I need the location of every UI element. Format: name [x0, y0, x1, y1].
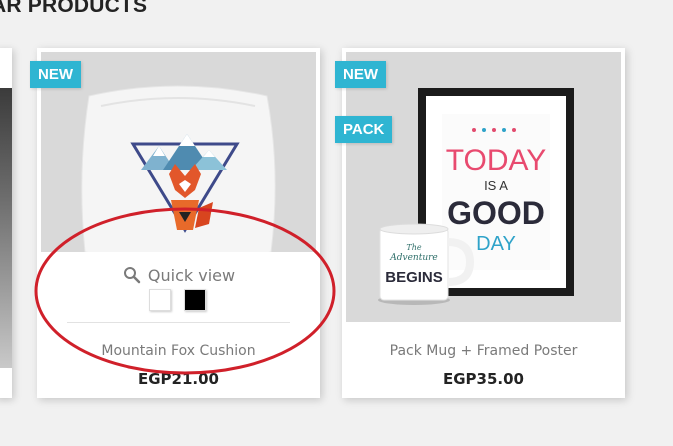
color-swatches [149, 289, 219, 315]
quick-view-button[interactable]: Quick view [37, 266, 320, 285]
poster-text-line-1: TODAY [446, 144, 547, 177]
product-card-partial[interactable] [0, 48, 12, 398]
search-icon [122, 266, 142, 284]
new-badge: NEW [335, 61, 386, 88]
poster-text-line-2: IS A [484, 178, 508, 193]
mug-text-line-3: BEGINS [385, 269, 443, 286]
product-name[interactable]: Mountain Fox Cushion [37, 343, 320, 359]
product-card-pack-mug-framed-poster[interactable]: TODAY IS A GOOD DAY The Adventure BEGINS… [342, 48, 625, 398]
mug-text-line-1: The [406, 243, 421, 252]
divider [67, 322, 290, 323]
quick-view-label: Quick view [147, 266, 236, 285]
new-badge: NEW [30, 61, 81, 88]
poster-text-line-3: GOOD [447, 195, 545, 231]
poster-mug-illustration: TODAY IS A GOOD DAY The Adventure BEGINS [346, 52, 621, 322]
mug-text-line-2: Adventure [389, 253, 438, 263]
color-swatch-black[interactable] [184, 289, 206, 311]
poster-text-line-4: DAY [476, 233, 516, 255]
pack-badge: PACK [335, 116, 393, 143]
product-name[interactable]: Pack Mug + Framed Poster [342, 343, 625, 359]
product-image[interactable]: TODAY IS A GOOD DAY The Adventure BEGINS [346, 52, 621, 322]
product-image[interactable] [0, 88, 12, 368]
color-swatch-white[interactable] [149, 289, 171, 311]
product-price: EGP35.00 [443, 370, 524, 388]
section-title: AR PRODUCTS [0, 0, 148, 17]
product-card-mountain-fox-cushion[interactable]: Quick view Mountain Fox Cushion EGP21.00 [37, 48, 320, 398]
product-price: EGP21.00 [138, 370, 219, 388]
